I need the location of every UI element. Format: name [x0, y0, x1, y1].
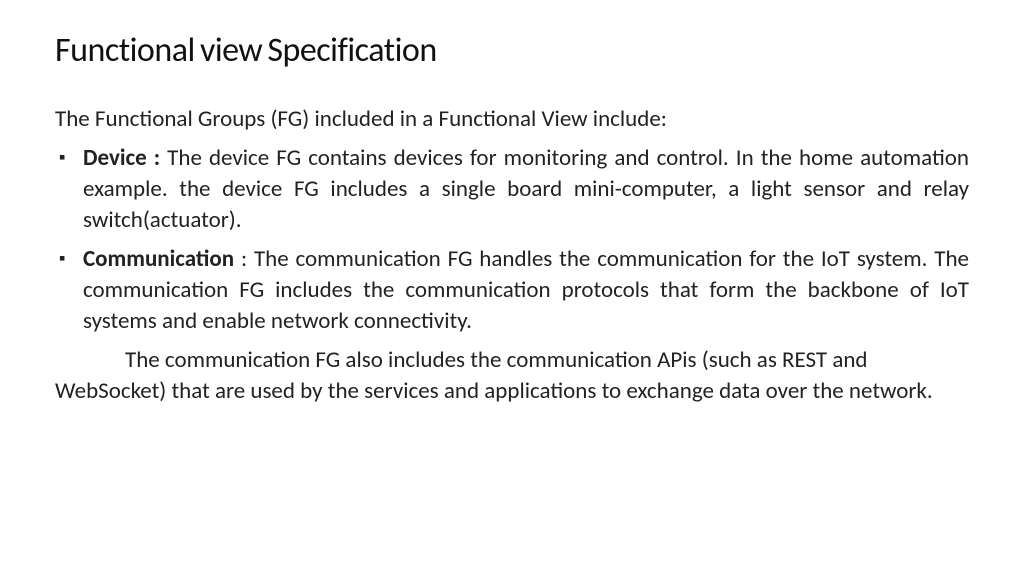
bullet-label: Communication — [83, 245, 234, 273]
bullet-text: The device FG contains devices for monit… — [83, 144, 969, 234]
bullet-list: Device : The device FG contains devices … — [55, 143, 969, 337]
list-item: Device : The device FG contains devices … — [55, 143, 969, 236]
intro-text: The Functional Groups (FG) included in a… — [55, 105, 969, 133]
bullet-label: Device : — [83, 144, 167, 172]
continuation-paragraph: The communication FG also includes the c… — [55, 345, 969, 407]
page-title: Functional view Specification — [55, 30, 969, 71]
list-item: Communication : The communication FG han… — [55, 244, 969, 337]
